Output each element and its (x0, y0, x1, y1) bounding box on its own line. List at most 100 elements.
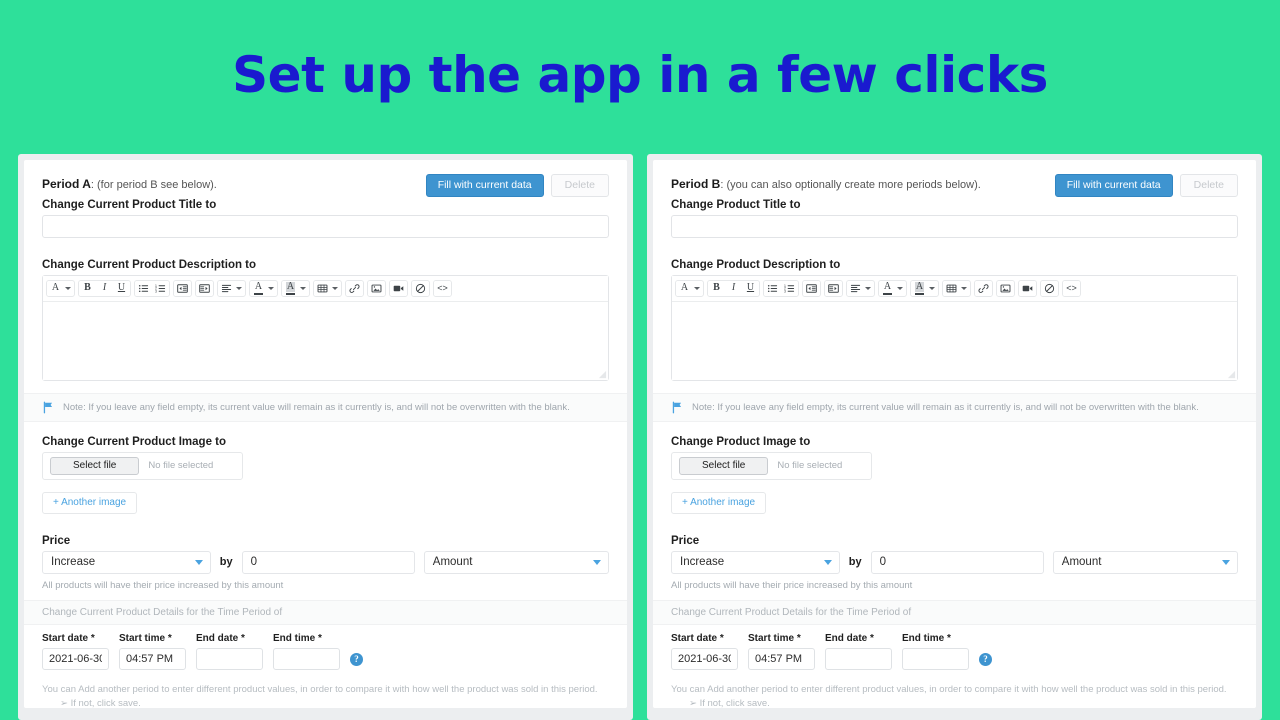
toolbar-group: A (910, 279, 939, 297)
price-unit-select[interactable]: Amount (423, 550, 609, 574)
table-icon[interactable] (314, 280, 331, 296)
chevron-down-icon[interactable] (865, 286, 871, 290)
unordered-list-icon[interactable] (764, 280, 781, 296)
panel-card: Period B: (you can also optionally creat… (653, 160, 1256, 708)
clear-formatting-icon[interactable] (412, 280, 429, 296)
text-color-icon[interactable]: A (250, 280, 267, 296)
panel-card: Period A: (for period B see below). Fill … (24, 160, 627, 708)
underline-icon[interactable]: U (113, 280, 130, 296)
datetime-field: End date * (825, 633, 892, 670)
datetime-input[interactable] (273, 647, 340, 670)
fill-with-current-data-button[interactable]: Fill with current data (425, 174, 544, 197)
product-description-textarea[interactable] (672, 301, 1237, 380)
another-image-button[interactable]: + Another image (671, 491, 767, 514)
font-family-icon[interactable]: A (676, 280, 693, 296)
insert-video-icon[interactable] (1019, 280, 1036, 296)
footer-note-main: You can Add another period to enter diff… (42, 683, 598, 695)
chevron-down-icon (1222, 560, 1230, 565)
insert-video-icon[interactable] (390, 280, 407, 296)
italic-icon[interactable]: I (725, 280, 742, 296)
price-direction-value: Increase (680, 556, 725, 568)
price-hint: All products will have their price incre… (42, 579, 284, 591)
code-view-icon[interactable]: <> (1063, 280, 1080, 296)
chevron-down-icon[interactable] (332, 286, 338, 290)
insert-image-icon[interactable] (368, 280, 385, 296)
toolbar-group: BIU (707, 279, 760, 297)
select-file-button[interactable]: Select file (679, 456, 769, 475)
time-period-label: Change Current Product Details for the T… (653, 599, 1256, 625)
no-file-selected-text: No file selected (777, 460, 843, 471)
product-description-textarea[interactable] (43, 301, 608, 380)
another-image-button[interactable]: + Another image (42, 491, 138, 514)
chevron-down-icon[interactable] (268, 286, 274, 290)
datetime-input[interactable] (196, 647, 263, 670)
chevron-down-icon[interactable] (300, 286, 306, 290)
price-direction-select[interactable]: Increase (42, 550, 211, 574)
datetime-input[interactable] (902, 647, 969, 670)
price-unit-value: Amount (1061, 556, 1102, 568)
bold-icon[interactable]: B (79, 280, 96, 296)
link-icon[interactable] (346, 280, 363, 296)
product-image-label: Change Product Image to (671, 435, 811, 448)
datetime-input[interactable] (119, 647, 186, 670)
datetime-label: Start date * (671, 632, 724, 644)
ordered-list-icon[interactable]: 123 (152, 280, 169, 296)
file-picker[interactable]: Select file No file selected (671, 451, 873, 480)
datetime-label: End date * (825, 632, 874, 644)
indent-icon[interactable] (196, 280, 213, 296)
chevron-down-icon[interactable] (65, 286, 71, 290)
product-title-input[interactable] (671, 214, 1238, 238)
toolbar-group (996, 279, 1015, 297)
footer-note-sub: ➢ If not, click save. (689, 698, 770, 708)
fill-with-current-data-button[interactable]: Fill with current data (1054, 174, 1173, 197)
ordered-list-icon[interactable]: 123 (781, 280, 798, 296)
header-actions: Fill with current data Delete (1054, 174, 1238, 197)
select-file-button[interactable]: Select file (50, 456, 140, 475)
datetime-input[interactable] (42, 647, 109, 670)
datetime-input[interactable] (671, 647, 738, 670)
delete-button[interactable]: Delete (550, 174, 609, 197)
outdent-icon[interactable] (174, 280, 191, 296)
chevron-down-icon[interactable] (694, 286, 700, 290)
chevron-down-icon[interactable] (929, 286, 935, 290)
underline-icon[interactable]: U (742, 280, 759, 296)
resize-handle-icon[interactable] (598, 370, 607, 379)
font-family-icon[interactable]: A (47, 280, 64, 296)
align-left-icon[interactable] (847, 280, 864, 296)
product-title-input[interactable] (42, 214, 609, 238)
highlight-color-icon[interactable]: A (911, 280, 928, 296)
align-left-icon[interactable] (218, 280, 235, 296)
datetime-input[interactable] (748, 647, 815, 670)
help-icon[interactable]: ? (979, 652, 992, 666)
bold-icon[interactable]: B (708, 280, 725, 296)
editor-toolbar: A B I U 1 2 3 A A <> (672, 275, 1237, 302)
chevron-down-icon[interactable] (236, 286, 242, 290)
link-icon[interactable] (975, 280, 992, 296)
indent-icon[interactable] (825, 280, 842, 296)
price-amount-input[interactable] (870, 550, 1044, 574)
flag-icon (43, 401, 53, 413)
clear-formatting-icon[interactable] (1041, 280, 1058, 296)
italic-icon[interactable]: I (96, 280, 113, 296)
product-image-label: Change Current Product Image to (42, 435, 227, 448)
price-unit-select[interactable]: Amount (1052, 550, 1238, 574)
help-icon[interactable]: ? (350, 652, 363, 666)
file-picker[interactable]: Select file No file selected (42, 451, 244, 480)
price-direction-select[interactable]: Increase (671, 550, 840, 574)
datetime-label: End time * (902, 632, 951, 644)
datetime-input[interactable] (825, 647, 892, 670)
highlight-color-icon[interactable]: A (282, 280, 299, 296)
delete-button[interactable]: Delete (1179, 174, 1238, 197)
chevron-down-icon[interactable] (961, 286, 967, 290)
table-icon[interactable] (943, 280, 960, 296)
chevron-down-icon[interactable] (897, 286, 903, 290)
price-amount-input[interactable] (241, 550, 415, 574)
toolbar-group (313, 279, 342, 297)
outdent-icon[interactable] (803, 280, 820, 296)
datetime-label: End date * (196, 632, 245, 644)
text-color-icon[interactable]: A (879, 280, 896, 296)
insert-image-icon[interactable] (997, 280, 1014, 296)
resize-handle-icon[interactable] (1227, 370, 1236, 379)
unordered-list-icon[interactable] (135, 280, 152, 296)
code-view-icon[interactable]: <> (434, 280, 451, 296)
